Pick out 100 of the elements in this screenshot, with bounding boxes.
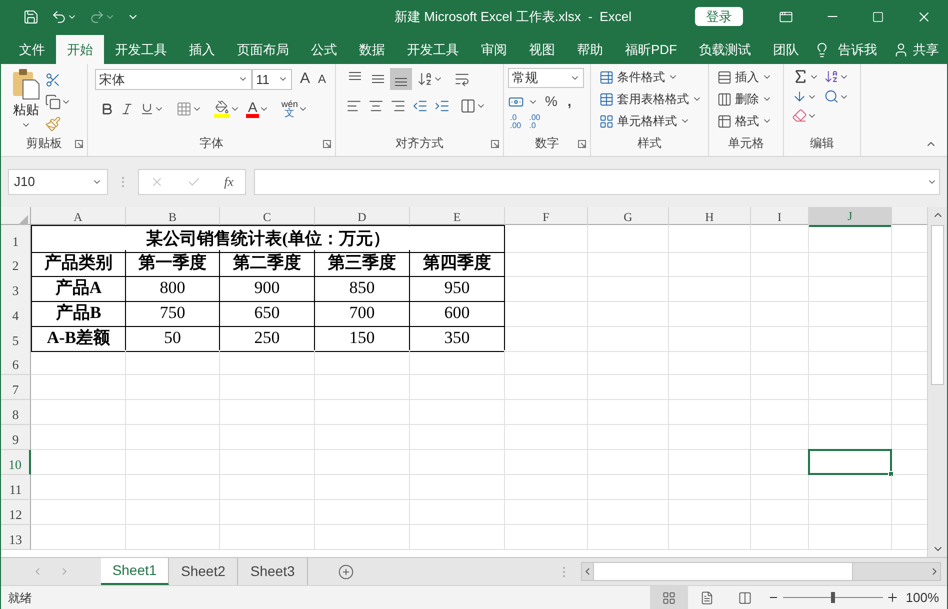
- row-header[interactable]: 6: [1, 350, 31, 375]
- paste-icon[interactable]: [11, 68, 41, 100]
- merge-center-icon[interactable]: [460, 98, 476, 114]
- table-cell[interactable]: 第一季度: [126, 250, 220, 276]
- fill-color-icon[interactable]: [215, 100, 229, 114]
- table-cell[interactable]: 850: [315, 275, 410, 302]
- dialog-launcher-icon[interactable]: [491, 140, 499, 148]
- column-header[interactable]: F: [505, 207, 588, 227]
- tell-me-search[interactable]: 告诉我: [838, 40, 877, 60]
- cut-icon[interactable]: [45, 72, 61, 88]
- ribbon-tab[interactable]: 审阅: [470, 35, 518, 64]
- login-button[interactable]: 登录: [695, 7, 743, 26]
- style-icon[interactable]: [599, 114, 614, 128]
- column-header[interactable]: G: [588, 207, 669, 227]
- borders-icon[interactable]: [176, 100, 192, 116]
- font-size-field[interactable]: 11: [252, 68, 292, 90]
- row-header[interactable]: 10: [1, 450, 31, 475]
- row-header[interactable]: 8: [1, 400, 31, 425]
- style-menu-button[interactable]: 套用表格格式: [617, 90, 689, 108]
- column-header[interactable]: D: [315, 207, 410, 227]
- table-cell[interactable]: 750: [126, 300, 220, 326]
- search-icon[interactable]: [824, 89, 839, 104]
- fill-icon[interactable]: [792, 89, 807, 104]
- font-color-button[interactable]: A: [246, 100, 260, 118]
- increase-decimal-button[interactable]: .0 .00: [510, 114, 522, 130]
- table-cell[interactable]: 950: [410, 275, 505, 302]
- cells-menu-button[interactable]: 插入: [735, 68, 759, 86]
- row-header[interactable]: 13: [1, 525, 31, 550]
- style-icon[interactable]: [599, 92, 614, 106]
- row-header[interactable]: 4: [1, 300, 31, 326]
- undo-icon[interactable]: [51, 8, 67, 24]
- ribbon-tab[interactable]: 负载测试: [688, 35, 762, 64]
- vertical-align-button[interactable]: [390, 68, 412, 90]
- ribbon-tab[interactable]: 数据: [348, 35, 396, 64]
- cells-menu-button[interactable]: 删除: [735, 90, 759, 108]
- ribbon-tab[interactable]: 帮助: [566, 35, 614, 64]
- shrink-font-button[interactable]: A: [318, 70, 326, 88]
- table-cell[interactable]: 350: [410, 325, 505, 352]
- phonetic-button[interactable]: wén 文: [281, 98, 298, 118]
- dialog-launcher-icon[interactable]: [323, 140, 331, 148]
- column-header[interactable]: C: [220, 207, 315, 227]
- zoom-level[interactable]: 100%: [898, 588, 947, 608]
- scroll-thumb[interactable]: [593, 563, 853, 580]
- ribbon-display-icon[interactable]: [779, 10, 793, 24]
- sheet-tab[interactable]: Sheet1: [101, 558, 169, 585]
- column-header[interactable]: B: [126, 207, 220, 227]
- save-icon[interactable]: [23, 8, 39, 24]
- font-name-field[interactable]: 宋体: [95, 68, 252, 90]
- align-right-icon[interactable]: [390, 98, 406, 114]
- table-cell[interactable]: A-B差额: [31, 325, 126, 352]
- align-left-icon[interactable]: [346, 98, 362, 114]
- insert-function-button[interactable]: fx: [224, 172, 234, 192]
- number-format-field[interactable]: 常规: [508, 68, 584, 88]
- redo-icon[interactable]: [89, 8, 105, 24]
- horizontal-scrollbar[interactable]: [581, 562, 941, 581]
- ribbon-tab[interactable]: 开发工具: [396, 35, 470, 64]
- paste-label[interactable]: 粘贴: [13, 100, 39, 120]
- table-cell[interactable]: 产品类别: [31, 250, 126, 276]
- cells-icon[interactable]: [717, 92, 732, 106]
- cells-menu-button[interactable]: 格式: [735, 112, 759, 130]
- row-header[interactable]: 12: [1, 500, 31, 525]
- vertical-scrollbar[interactable]: [927, 207, 947, 557]
- copy-icon[interactable]: [45, 94, 61, 110]
- bold-icon[interactable]: [100, 102, 114, 116]
- normal-view-icon[interactable]: [662, 590, 676, 604]
- formula-input[interactable]: [254, 169, 940, 195]
- add-sheet-icon[interactable]: [338, 564, 354, 580]
- share-button[interactable]: 共享: [913, 40, 939, 60]
- italic-icon[interactable]: [120, 102, 134, 116]
- format-painter-icon[interactable]: [45, 116, 61, 132]
- orientation-icon[interactable]: [417, 71, 433, 87]
- name-box[interactable]: J10: [8, 169, 108, 195]
- table-cell[interactable]: 50: [126, 325, 220, 352]
- row-header[interactable]: 2: [1, 250, 31, 276]
- page-layout-icon[interactable]: [700, 590, 714, 604]
- row-header[interactable]: 3: [1, 275, 31, 302]
- align-center-icon[interactable]: [368, 98, 384, 114]
- ribbon-tab[interactable]: 插入: [178, 35, 226, 64]
- column-header[interactable]: J: [809, 207, 892, 227]
- eraser-icon[interactable]: [792, 108, 807, 123]
- table-cell[interactable]: 150: [315, 325, 410, 352]
- ribbon-tab[interactable]: 福昕PDF: [614, 35, 688, 64]
- table-cell[interactable]: 第二季度: [220, 250, 315, 276]
- table-cell[interactable]: 800: [126, 275, 220, 302]
- wrap-text-icon[interactable]: [454, 71, 470, 87]
- underline-icon[interactable]: [140, 102, 154, 116]
- dialog-launcher-icon[interactable]: [578, 140, 586, 148]
- decrease-indent-icon[interactable]: [412, 98, 428, 114]
- row-header[interactable]: 7: [1, 375, 31, 400]
- scroll-thumb[interactable]: [931, 225, 944, 385]
- row-header[interactable]: 9: [1, 425, 31, 450]
- cells-icon[interactable]: [717, 70, 732, 84]
- table-cell[interactable]: 第三季度: [315, 250, 410, 276]
- row-header[interactable]: 11: [1, 475, 31, 500]
- page-break-icon[interactable]: [738, 590, 752, 604]
- ribbon-tab[interactable]: 公式: [300, 35, 348, 64]
- increase-indent-icon[interactable]: [434, 98, 450, 114]
- zoom-slider[interactable]: [782, 592, 883, 604]
- sort-filter-icon[interactable]: [824, 69, 839, 84]
- table-cell[interactable]: 600: [410, 300, 505, 326]
